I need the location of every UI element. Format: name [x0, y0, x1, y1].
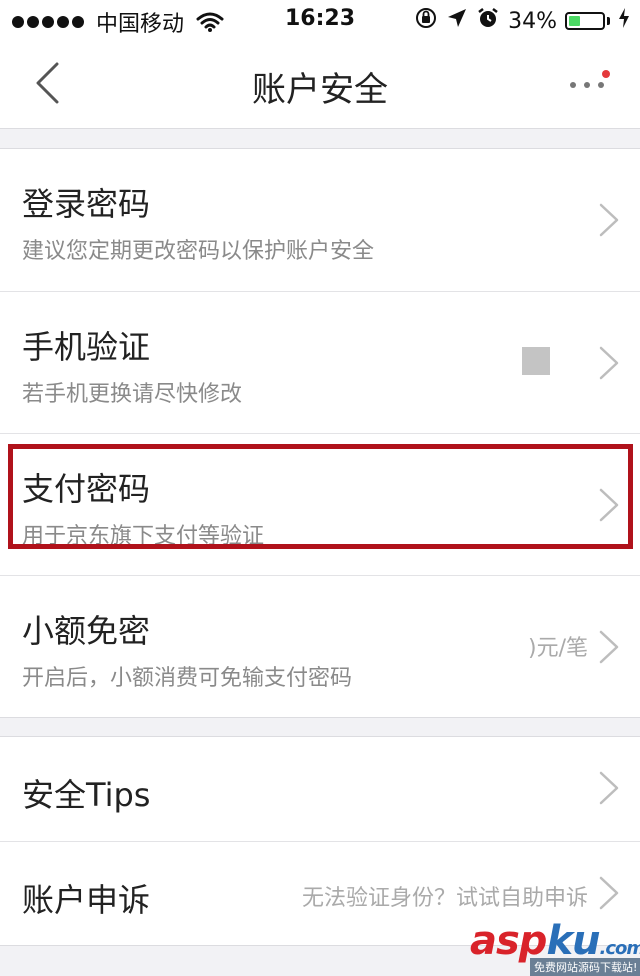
- row-subtitle: 若手机更换请尽快修改: [22, 382, 243, 407]
- chevron-right-icon: [599, 771, 619, 805]
- account-security-screen: 中国移动 16:23 34% 账户安全 登录密码 建议您定期更改密码以保护账户安…: [0, 0, 640, 976]
- settings-row-small-amount-free[interactable]: 小额免密 开启后，小额消费可免输支付密码 )元/笔: [0, 575, 640, 717]
- more-dots-icon: [570, 82, 604, 88]
- row-title: 登录密码: [22, 185, 151, 223]
- status-bar-right: 34%: [414, 6, 630, 36]
- row-subtitle: 开启后，小额消费可免输支付密码: [22, 666, 353, 691]
- security-settings-group: 登录密码 建议您定期更改密码以保护账户安全 手机验证 若手机更换请尽快修改 支付…: [0, 148, 640, 718]
- row-title: 支付密码: [22, 470, 151, 508]
- header: 中国移动 16:23 34% 账户安全: [0, 0, 640, 129]
- chevron-right-icon: [599, 203, 619, 237]
- row-title: 手机验证: [22, 328, 151, 366]
- battery-percent: 34%: [508, 8, 557, 34]
- page-title: 账户安全: [252, 70, 388, 110]
- nav-bar: 账户安全: [0, 40, 640, 128]
- row-subtitle: 用于京东旗下支付等验证: [22, 524, 265, 549]
- row-value: )元/笔: [528, 636, 588, 661]
- settings-row-login-password[interactable]: 登录密码 建议您定期更改密码以保护账户安全: [0, 149, 640, 291]
- row-subtitle: 建议您定期更改密码以保护账户安全: [22, 239, 375, 264]
- chevron-right-icon: [599, 346, 619, 380]
- settings-row-payment-password[interactable]: 支付密码 用于京东旗下支付等验证: [0, 433, 640, 575]
- notification-badge: [602, 70, 610, 78]
- status-bar: 中国移动 16:23 34%: [0, 0, 640, 40]
- battery-level-fill: [569, 16, 580, 26]
- row-title: 账户申诉: [22, 881, 151, 919]
- watermark-subtitle: 免费网站源码下载站!: [530, 958, 640, 976]
- chevron-right-icon: [599, 488, 619, 522]
- rotation-lock-icon: [414, 6, 438, 36]
- watermark-logo: aspku.com 免费网站源码下载站!: [470, 918, 640, 976]
- chevron-right-icon: [599, 630, 619, 664]
- charging-icon: [618, 7, 630, 35]
- alarm-icon: [476, 6, 500, 36]
- status-indicator: [522, 347, 550, 375]
- row-title: 小额免密: [22, 612, 151, 650]
- row-title: 安全Tips: [22, 776, 151, 814]
- settings-row-security-tips[interactable]: 安全Tips: [0, 737, 640, 841]
- location-icon: [446, 7, 468, 35]
- battery-icon: [565, 12, 605, 30]
- battery-tip: [607, 17, 610, 25]
- chevron-right-icon: [599, 876, 619, 910]
- row-value: 无法验证身份？试试自助申诉: [301, 886, 588, 911]
- support-settings-group: 安全Tips 账户申诉 无法验证身份？试试自助申诉: [0, 736, 640, 946]
- more-button[interactable]: [566, 64, 616, 104]
